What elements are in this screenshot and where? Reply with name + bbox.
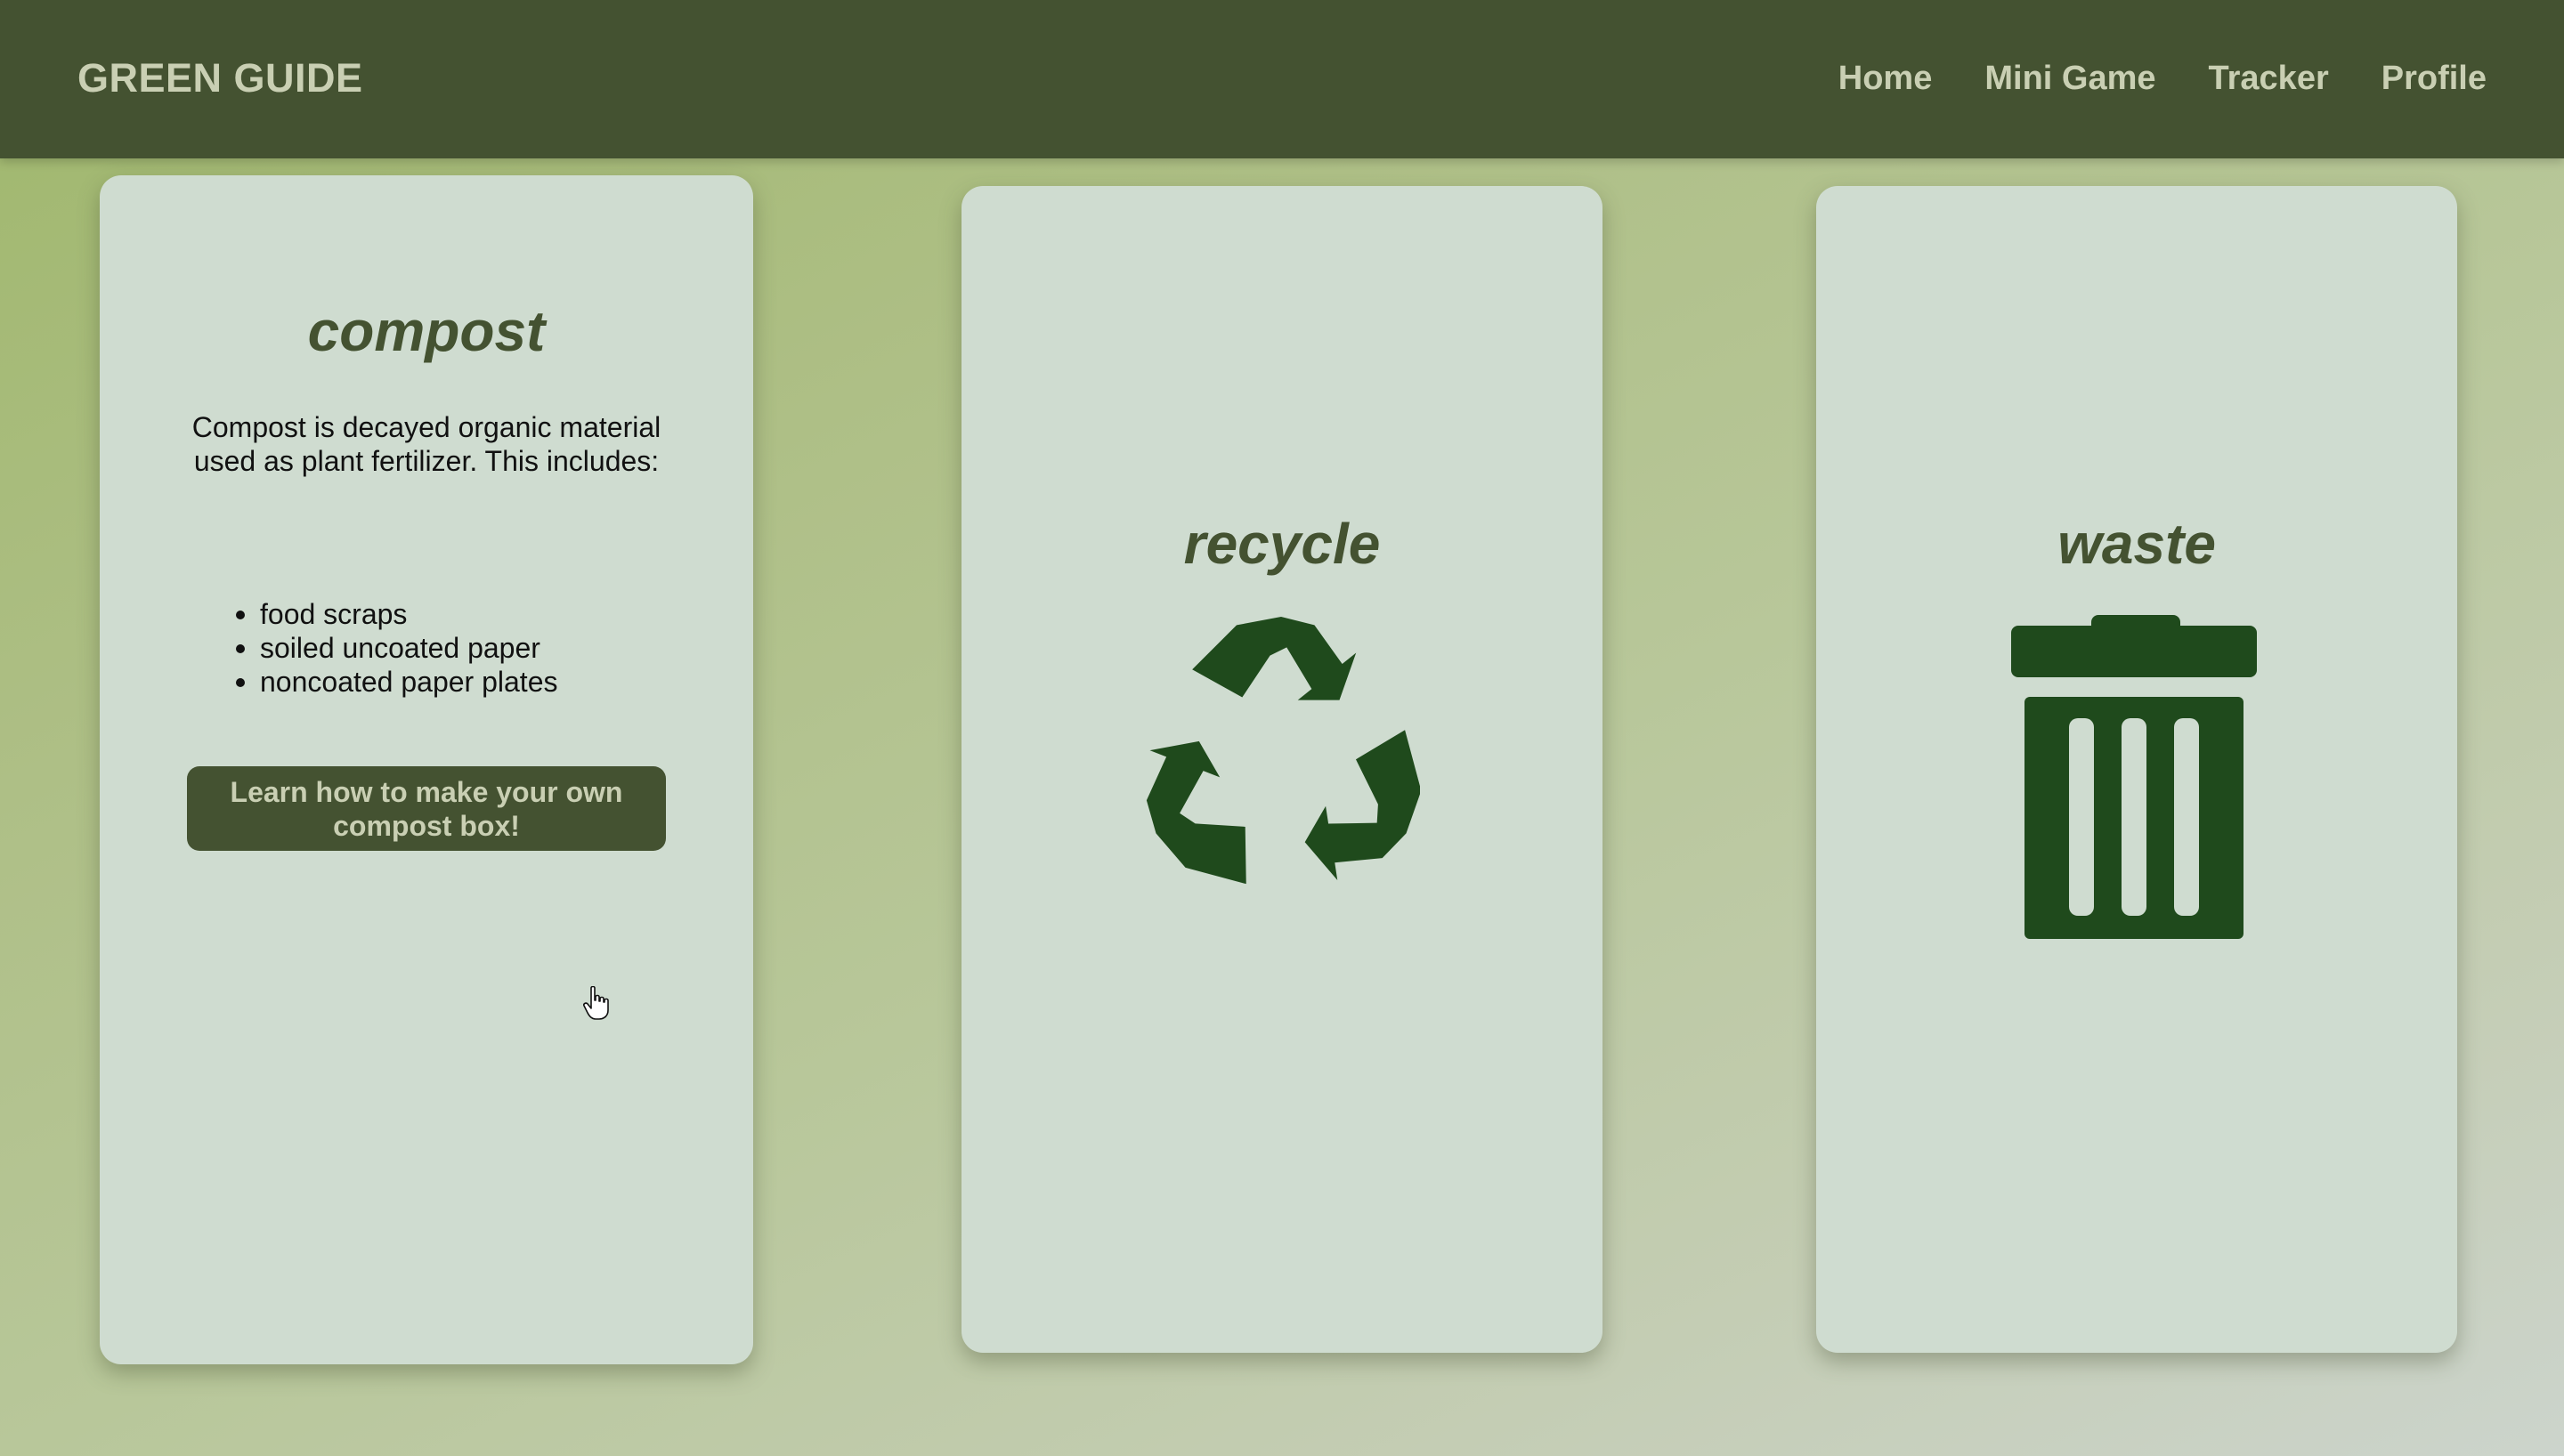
recycle-title: recycle xyxy=(1183,512,1381,576)
nav-links: Home Mini Game Tracker Profile xyxy=(1838,52,2487,105)
nav-link-profile[interactable]: Profile xyxy=(2381,52,2487,105)
compost-card[interactable]: compost Compost is decayed organic mater… xyxy=(100,175,753,1364)
compost-title: compost xyxy=(307,299,546,363)
top-navbar: GREEN GUIDE Home Mini Game Tracker Profi… xyxy=(0,0,2564,158)
waste-title: waste xyxy=(2057,512,2216,576)
compost-items-list: food scraps soiled uncoated paper noncoa… xyxy=(233,597,557,699)
recycle-icon xyxy=(1142,617,1422,894)
list-item: noncoated paper plates xyxy=(233,665,557,699)
nav-link-home[interactable]: Home xyxy=(1838,52,1933,105)
compost-description: Compost is decayed organic material used… xyxy=(191,411,661,477)
brand-logo[interactable]: GREEN GUIDE xyxy=(77,52,363,105)
nav-link-tracker[interactable]: Tracker xyxy=(2209,52,2329,105)
trash-can-icon xyxy=(2011,615,2262,944)
learn-compost-box-button[interactable]: Learn how to make your own compost box! xyxy=(187,766,666,851)
list-item: soiled uncoated paper xyxy=(233,631,557,665)
list-item: food scraps xyxy=(233,597,557,631)
hand-cursor-icon xyxy=(583,985,610,1020)
nav-link-mini-game[interactable]: Mini Game xyxy=(1984,52,2155,105)
waste-card[interactable]: waste xyxy=(1816,186,2457,1353)
recycle-card[interactable]: recycle xyxy=(961,186,1602,1353)
